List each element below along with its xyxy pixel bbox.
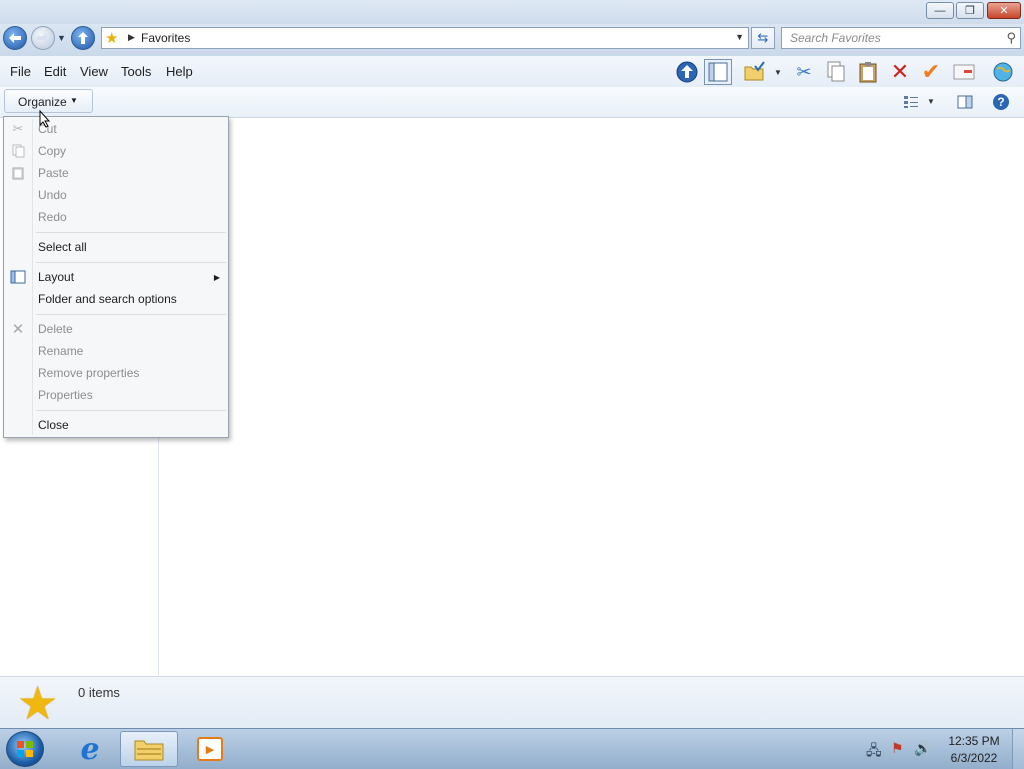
mouse-cursor-icon — [39, 110, 51, 128]
preview-pane-icon[interactable] — [954, 92, 976, 112]
search-placeholder: Search Favorites — [790, 31, 881, 45]
search-input[interactable]: Search Favorites ⚲ — [781, 27, 1021, 49]
menu-item-copy: Copy — [38, 144, 67, 158]
arrow-right-icon — [37, 33, 49, 43]
menu-separator — [36, 232, 226, 233]
svg-text:?: ? — [997, 95, 1004, 109]
menu-separator — [36, 410, 226, 411]
close-button[interactable]: ✕ — [987, 2, 1021, 19]
clipboard-icon[interactable] — [854, 59, 882, 85]
forward-button[interactable] — [31, 26, 55, 50]
favorites-star-icon: ★ — [105, 30, 119, 47]
menu-separator — [36, 314, 226, 315]
clock-time[interactable]: 12:35 PM — [948, 734, 1000, 748]
windows-logo-icon — [17, 741, 33, 757]
volume-icon[interactable]: 🔊 — [914, 740, 931, 757]
folder-dropdown-icon[interactable]: ▼ — [774, 68, 782, 77]
breadcrumb-favorites[interactable]: Favorites — [141, 31, 190, 45]
title-bar: — ❐ ✕ — [0, 0, 1024, 24]
folder-check-icon[interactable] — [740, 59, 768, 85]
organize-menu: ✂ Cut Copy Paste Undo Redo Select all La… — [3, 116, 229, 438]
menu-bar: File Edit View Tools Help ▼ ✂ ✕ ✔ — [0, 56, 1024, 88]
scissors-icon: ✂ — [12, 121, 24, 136]
menu-separator — [36, 262, 226, 263]
menu-item-redo: Redo — [38, 210, 67, 224]
menu-item-close[interactable]: Close — [38, 418, 69, 432]
explorer-taskbar-button[interactable] — [120, 731, 178, 767]
file-list-pane[interactable] — [159, 118, 1024, 676]
menu-item-delete: Delete — [38, 322, 73, 336]
internet-explorer-icon: e — [80, 731, 100, 767]
delete-icon: ✕ — [11, 321, 25, 338]
favorites-star-icon: ★ — [17, 677, 59, 729]
menu-item-folder-options[interactable]: Folder and search options — [38, 292, 177, 306]
copy-icon[interactable] — [822, 59, 850, 85]
up-button[interactable] — [71, 26, 95, 50]
recent-pages-dropdown[interactable]: ▼ — [57, 33, 67, 43]
delete-icon[interactable]: ✕ — [886, 59, 914, 85]
folder-icon — [134, 740, 164, 761]
menu-item-undo: Undo — [38, 188, 67, 202]
arrow-left-icon — [9, 33, 21, 43]
paste-icon — [10, 165, 26, 181]
view-options-icon[interactable] — [900, 92, 922, 112]
menu-edit[interactable]: Edit — [44, 64, 66, 79]
menu-item-rename: Rename — [38, 344, 84, 358]
menu-item-properties: Properties — [38, 388, 93, 402]
media-player-icon: ▶ — [197, 737, 223, 761]
view-dropdown-icon[interactable]: ▼ — [927, 97, 935, 106]
maximize-button[interactable]: ❐ — [956, 2, 984, 19]
refresh-button[interactable]: ⇆ — [751, 27, 775, 49]
help-icon[interactable]: ? — [990, 92, 1012, 112]
menu-item-remove-properties: Remove properties — [38, 366, 140, 380]
menu-tools[interactable]: Tools — [121, 64, 151, 79]
breadcrumb-arrow-icon[interactable]: ▶ — [128, 32, 135, 43]
submenu-arrow-icon: ▶ — [213, 273, 220, 282]
globe-icon[interactable] — [989, 59, 1017, 85]
menu-view[interactable]: View — [80, 64, 108, 79]
layout-icon — [10, 269, 26, 285]
menu-file[interactable]: File — [10, 64, 31, 79]
action-center-icon[interactable]: ⚑ — [891, 740, 904, 757]
taskbar: e ▶ 🖧 ⚑ 🔊 12:35 PM 6/3/2022 — [0, 728, 1024, 769]
envelope-icon[interactable] — [950, 59, 978, 85]
navigation-bar: ▼ ★ ▶ Favorites ▼ ⇆ Search Favorites ⚲ — [0, 24, 1024, 56]
show-desktop-button[interactable] — [1012, 729, 1024, 769]
network-icon[interactable]: 🖧 — [866, 740, 882, 764]
internet-explorer-taskbar-button[interactable]: e — [62, 731, 118, 767]
items-count: 0 items — [78, 685, 120, 700]
refresh-icon: ⇆ — [757, 30, 769, 45]
menu-help[interactable]: Help — [166, 64, 193, 79]
scissors-icon[interactable]: ✂ — [790, 59, 818, 85]
command-bar: Organize ▼ ▼ ? — [0, 87, 1024, 118]
menu-item-layout[interactable]: Layout — [38, 270, 74, 284]
pane-icon[interactable] — [704, 59, 732, 85]
back-button[interactable] — [3, 26, 27, 50]
checkmark-icon[interactable]: ✔ — [917, 59, 945, 85]
address-dropdown-icon[interactable]: ▼ — [735, 32, 744, 42]
menu-item-paste: Paste — [38, 166, 69, 180]
search-icon[interactable]: ⚲ — [1006, 30, 1016, 46]
menu-gutter — [32, 119, 33, 435]
media-player-taskbar-button[interactable]: ▶ — [182, 731, 238, 767]
copy-icon — [10, 143, 26, 159]
start-button[interactable] — [6, 731, 44, 767]
clock-date[interactable]: 6/3/2022 — [946, 751, 1002, 765]
chevron-down-icon: ▼ — [70, 96, 78, 105]
arrow-up-icon — [78, 32, 88, 44]
details-pane: ★ 0 items — [0, 676, 1024, 729]
organize-label: Organize — [18, 95, 67, 109]
address-bar[interactable]: ★ ▶ Favorites ▼ — [101, 27, 749, 49]
up-icon[interactable] — [673, 59, 701, 85]
minimize-button[interactable]: — — [926, 2, 954, 19]
menu-item-select-all[interactable]: Select all — [38, 240, 87, 254]
